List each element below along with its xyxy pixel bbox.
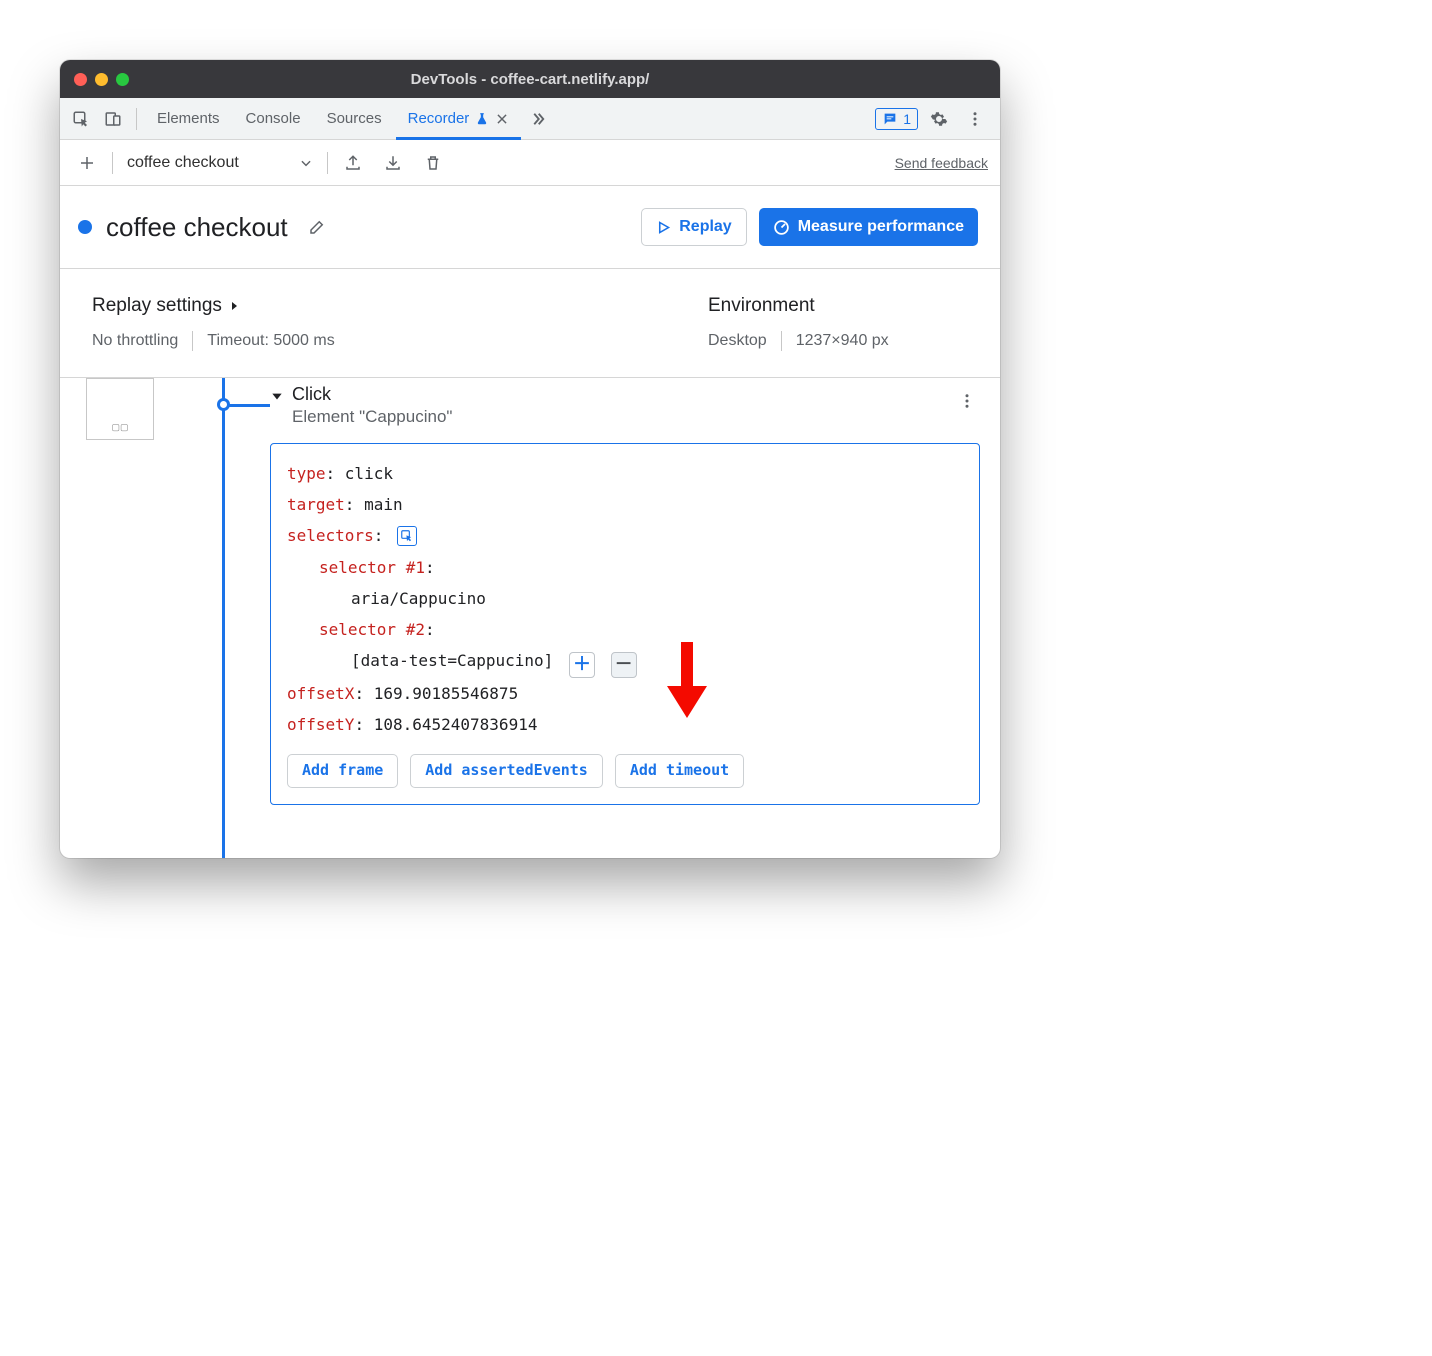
step-header[interactable]: Click Element "Cappucino" [270,384,980,427]
separator [136,108,137,130]
window-title: DevTools - coffee-cart.netlify.app/ [60,71,1000,88]
gauge-icon [773,219,790,236]
step-action: Click [292,384,452,405]
recording-selector[interactable]: coffee checkout [123,154,317,172]
step-subtitle: Element "Cappucino" [292,407,452,427]
step-details: type: click target: main selectors: sele… [270,443,980,805]
prop-val[interactable]: click [345,464,393,483]
device-value: Desktop [708,332,767,350]
perf-label: Measure performance [798,218,964,236]
prop-key: target [287,495,345,514]
titlebar: DevTools - coffee-cart.netlify.app/ [60,60,1000,98]
add-selector-button[interactable]: ＋ [569,652,595,678]
remove-selector-button[interactable]: － [611,652,637,678]
flask-icon [475,112,489,126]
more-tabs-icon[interactable] [523,104,553,134]
chevron-right-icon [228,300,240,312]
tab-recorder[interactable]: Recorder [396,98,522,140]
recorder-toolbar: coffee checkout Send feedback [60,140,1000,186]
replay-button[interactable]: Replay [641,208,746,246]
add-frame-button[interactable]: Add frame [287,754,398,788]
separator [112,152,113,174]
step-menu-icon[interactable] [952,386,982,416]
import-icon[interactable] [378,148,408,178]
timeout-value: Timeout: 5000 ms [207,332,334,350]
close-icon[interactable] [74,73,87,86]
replay-label: Replay [679,218,731,236]
recording-status-icon [78,220,92,234]
selector-value[interactable]: aria/Cappucino [351,589,486,608]
edit-title-icon[interactable] [302,212,332,242]
selector-key: selector #2 [319,620,425,639]
add-timeout-button[interactable]: Add timeout [615,754,744,788]
maximize-icon[interactable] [116,73,129,86]
recording-name: coffee checkout [127,154,239,172]
send-feedback-link[interactable]: Send feedback [895,155,988,171]
replay-settings-heading[interactable]: Replay settings [92,295,708,317]
prop-val[interactable]: 108.6452407836914 [374,715,538,734]
prop-val[interactable]: 169.90185546875 [374,684,519,703]
tab-console[interactable]: Console [234,98,313,140]
devtools-window: DevTools - coffee-cart.netlify.app/ Elem… [60,60,1000,858]
separator [327,152,328,174]
add-recording-icon[interactable] [72,148,102,178]
selector-value[interactable]: [data-test=Cappucino] [351,651,553,670]
add-asserted-events-button[interactable]: Add assertedEvents [410,754,603,788]
step-thumbnail: ▢▢ [86,378,154,440]
prop-key: selectors [287,526,374,545]
minimize-icon[interactable] [95,73,108,86]
timeline [180,378,270,858]
traffic-lights [74,73,129,86]
prop-key: type [287,464,326,483]
throttling-value: No throttling [92,332,178,350]
panel-tabs: Elements Console Sources Recorder 1 [60,98,1000,140]
kebab-menu-icon[interactable] [960,104,990,134]
export-icon[interactable] [338,148,368,178]
inspect-element-icon[interactable] [66,104,96,134]
device-toggle-icon[interactable] [98,104,128,134]
tab-sources[interactable]: Sources [315,98,394,140]
step-node-icon[interactable] [217,398,230,411]
pick-selector-icon[interactable] [397,526,417,546]
issues-count: 1 [903,111,911,127]
gear-icon[interactable] [924,104,954,134]
tab-label: Recorder [408,110,470,127]
measure-performance-button[interactable]: Measure performance [759,208,978,246]
chevron-down-icon [299,156,313,170]
viewport-value: 1237×940 px [796,332,889,350]
steps-area: ▢▢ Click Element "Cappucino" type: click… [60,378,1000,858]
chat-icon [882,111,898,127]
recording-title: coffee checkout [106,212,288,243]
tab-elements[interactable]: Elements [145,98,232,140]
play-icon [656,220,671,235]
issues-button[interactable]: 1 [875,108,918,130]
prop-key: offsetY [287,715,354,734]
selector-key: selector #1 [319,558,425,577]
settings-row: Replay settings No throttling Timeout: 5… [60,269,1000,378]
prop-key: offsetX [287,684,354,703]
prop-val[interactable]: main [364,495,403,514]
recording-header: coffee checkout Replay Measure performan… [60,186,1000,269]
delete-icon[interactable] [418,148,448,178]
collapse-icon [270,389,284,403]
close-tab-icon[interactable] [495,112,509,126]
environment-heading: Environment [708,295,968,317]
